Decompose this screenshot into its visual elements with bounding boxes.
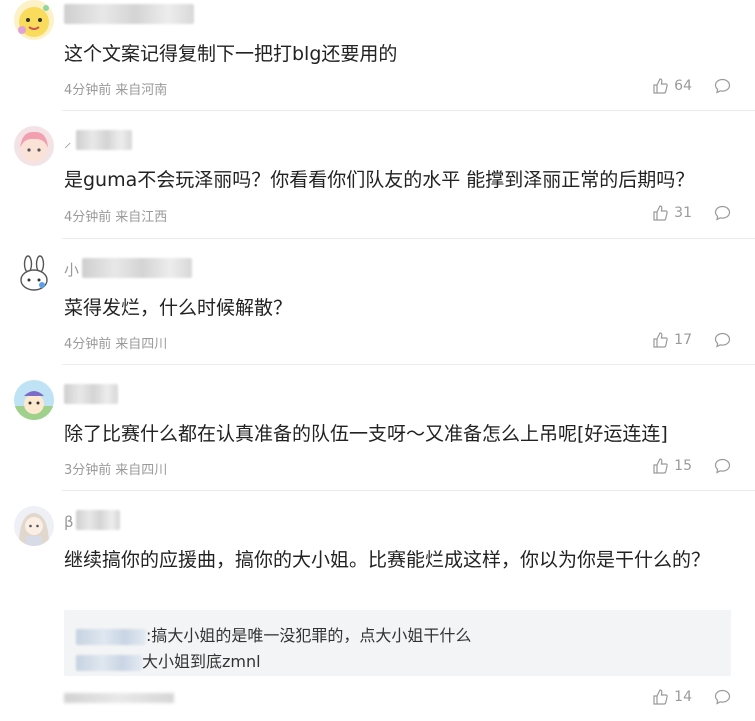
reply-text: 大小姐到底zmnl [142, 652, 261, 671]
comment-bubble-icon[interactable] [714, 205, 731, 221]
reply-preview[interactable]: :搞大小姐的是唯一没犯罪的，点大小姐干什么 大小姐到底zmnl [64, 610, 731, 676]
username-blurred[interactable] [82, 258, 192, 278]
comment-time: 4分钟前 [64, 337, 112, 352]
like-button[interactable]: 64 [652, 78, 692, 94]
comment-time: 4分钟前 [64, 83, 112, 98]
comment-actions: 64 [652, 78, 731, 94]
comment-actions: 14 [652, 689, 731, 705]
avatar[interactable] [14, 506, 54, 546]
comment-text: 除了比赛什么都在认真准备的队伍一支呀～又准备怎么上吊呢[好运连连] [64, 423, 668, 445]
reply-item: 大小姐到底zmnl [76, 648, 261, 672]
thumbs-up-icon [653, 689, 668, 705]
comment-time: 3分钟前 [64, 463, 112, 478]
username-blurred[interactable] [76, 510, 120, 530]
username-blurred[interactable] [76, 130, 132, 150]
comment-time: 4分钟前 [64, 210, 112, 225]
comment-text: 继续搞你的应援曲，搞你的大小姐。比赛能烂成这样，你以为你是干什么的？ [64, 549, 711, 571]
thumbs-up-icon [653, 78, 668, 94]
username-blurred[interactable] [64, 384, 118, 404]
thumbs-up-icon [653, 332, 668, 348]
comment-actions: 15 [652, 458, 731, 474]
comment-meta: 3分钟前 来自四川 [64, 459, 167, 478]
divider [62, 490, 755, 491]
avatar[interactable] [14, 380, 54, 420]
divider [62, 364, 755, 365]
comment-item: ⸝ 是guma不会玩泽丽吗？你看看你们队友的水平 能撑到泽丽正常的后期吗？ 4分… [0, 126, 755, 234]
reply-username-blurred[interactable] [76, 654, 142, 671]
like-count: 15 [674, 458, 692, 474]
comment-text: 菜得发烂，什么时候解散？ [64, 297, 293, 319]
username-initial: 小 [64, 261, 80, 279]
like-count: 14 [674, 689, 692, 705]
comment-item: 这个文案记得复制下一把打blg还要用的 4分钟前 来自河南 64 [0, 0, 755, 108]
comment-meta: 4分钟前 来自河南 [64, 79, 167, 98]
username-initial: ⸝ [64, 133, 72, 151]
username-blurred[interactable] [64, 4, 194, 24]
thumbs-up-icon [653, 205, 668, 221]
avatar[interactable] [14, 254, 54, 294]
like-button[interactable]: 14 [652, 689, 692, 705]
comment-meta-blurred [64, 693, 174, 703]
like-button[interactable]: 15 [652, 458, 692, 474]
comment-text: 这个文案记得复制下一把打blg还要用的 [64, 43, 398, 65]
thumbs-up-icon [653, 458, 668, 474]
like-count: 17 [674, 332, 692, 348]
like-button[interactable]: 17 [652, 332, 692, 348]
comment-meta: 4分钟前 来自江西 [64, 206, 167, 225]
comment-location: 来自河南 [115, 83, 168, 98]
comment-bubble-icon[interactable] [714, 332, 731, 348]
divider [62, 110, 755, 111]
comment-bubble-icon[interactable] [714, 458, 731, 474]
divider [62, 238, 755, 239]
comment-item: 除了比赛什么都在认真准备的队伍一支呀～又准备怎么上吊呢[好运连连] 3分钟前 来自… [0, 380, 755, 488]
comment-text: 是guma不会玩泽丽吗？你看看你们队友的水平 能撑到泽丽正常的后期吗？ [64, 169, 695, 191]
reply-item: :搞大小姐的是唯一没犯罪的，点大小姐干什么 [76, 622, 471, 646]
comment-item: 小 菜得发烂，什么时候解散？ 4分钟前 来自四川 17 [0, 254, 755, 362]
comment-actions: 17 [652, 332, 731, 348]
comment-bubble-icon[interactable] [714, 689, 731, 705]
comment-location: 来自四川 [115, 463, 168, 478]
reply-username-blurred[interactable] [76, 628, 146, 645]
comment-meta: 4分钟前 来自四川 [64, 333, 167, 352]
reply-text: :搞大小姐的是唯一没犯罪的，点大小姐干什么 [146, 626, 472, 645]
comment-location: 来自四川 [115, 337, 168, 352]
avatar[interactable] [14, 126, 54, 166]
like-count: 31 [674, 205, 692, 221]
comment-bubble-icon[interactable] [714, 78, 731, 94]
like-button[interactable]: 31 [652, 205, 692, 221]
username-initial: β [64, 513, 74, 531]
avatar[interactable] [14, 0, 54, 40]
comment-actions: 31 [652, 205, 731, 221]
like-count: 64 [674, 78, 692, 94]
comment-item: β 继续搞你的应援曲，搞你的大小姐。比赛能烂成这样，你以为你是干什么的？ :搞大… [0, 506, 755, 721]
comment-location: 来自江西 [115, 210, 168, 225]
